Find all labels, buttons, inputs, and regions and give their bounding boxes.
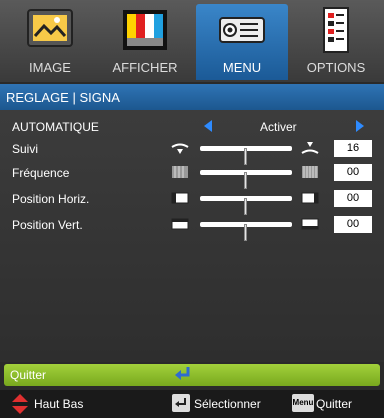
row-label: Fréquence bbox=[12, 166, 70, 180]
tracking-high-icon bbox=[301, 142, 319, 154]
row-label: AUTOMATIQUE bbox=[12, 120, 99, 134]
frequence-slider[interactable] bbox=[200, 170, 292, 189]
arrow-left-icon[interactable] bbox=[204, 120, 212, 132]
vert-down-icon bbox=[301, 218, 319, 230]
frequence-value: 00 bbox=[334, 164, 372, 181]
tab-label: IMAGE bbox=[29, 60, 71, 75]
frequence-high-icon bbox=[302, 166, 318, 178]
options-icon bbox=[323, 7, 349, 53]
tracking-low-icon bbox=[171, 143, 189, 154]
tab-menu[interactable]: MENU bbox=[196, 4, 288, 80]
section-title: REGLAGE | SIGNA bbox=[0, 84, 384, 110]
enter-icon bbox=[175, 367, 190, 380]
settings-panel: AUTOMATIQUE Activer Suivi 16 Fréquence 0… bbox=[0, 110, 384, 362]
main-tab-bar: IMAGE AFFICHER MENU OPTIONS bbox=[0, 0, 384, 82]
image-icon bbox=[27, 9, 73, 47]
arrow-right-icon[interactable] bbox=[356, 120, 364, 132]
row-label: Suivi bbox=[12, 142, 39, 156]
exit-label: Quitter bbox=[10, 368, 47, 382]
position-vert-slider[interactable] bbox=[200, 222, 292, 241]
row-automatique[interactable]: AUTOMATIQUE Activer bbox=[0, 116, 384, 138]
slider-knob[interactable] bbox=[244, 224, 247, 241]
suivi-slider[interactable] bbox=[200, 146, 292, 165]
row-position-horiz[interactable]: Position Horiz. 00 bbox=[0, 188, 384, 215]
display-icon bbox=[123, 10, 167, 50]
hint-quit: Quitter bbox=[316, 397, 353, 411]
enter-key-icon bbox=[172, 394, 190, 412]
frequence-low-icon bbox=[172, 166, 188, 178]
hint-nav: Haut Bas bbox=[34, 397, 84, 411]
menu-icon bbox=[219, 17, 265, 43]
tab-afficher[interactable]: AFFICHER bbox=[99, 4, 191, 80]
exit-row[interactable]: Quitter bbox=[4, 364, 380, 386]
position-horiz-slider[interactable] bbox=[200, 196, 292, 215]
slider-knob[interactable] bbox=[244, 198, 247, 215]
position-horiz-value: 00 bbox=[334, 190, 372, 207]
row-label: Position Horiz. bbox=[12, 192, 90, 206]
tab-label: OPTIONS bbox=[306, 60, 366, 75]
row-position-vert[interactable]: Position Vert. 00 bbox=[0, 214, 384, 241]
tab-image[interactable]: IMAGE bbox=[4, 4, 96, 80]
up-down-arrows-icon bbox=[12, 394, 28, 414]
hint-select: Sélectionner bbox=[194, 397, 261, 411]
tab-options[interactable]: OPTIONS bbox=[290, 4, 382, 80]
menu-key-icon: Menu bbox=[292, 394, 314, 412]
footer-hints: Haut Bas Sélectionner Menu Quitter bbox=[0, 390, 384, 418]
suivi-value: 16 bbox=[334, 140, 372, 157]
row-suivi[interactable]: Suivi 16 bbox=[0, 138, 384, 165]
horiz-left-icon bbox=[171, 192, 189, 204]
horiz-right-icon bbox=[301, 192, 319, 204]
tab-label: MENU bbox=[222, 60, 262, 75]
slider-knob[interactable] bbox=[244, 172, 247, 189]
row-label: Position Vert. bbox=[12, 218, 83, 232]
auto-value: Activer bbox=[260, 120, 297, 134]
row-frequence[interactable]: Fréquence 00 bbox=[0, 162, 384, 189]
vert-up-icon bbox=[171, 218, 189, 230]
tab-label: AFFICHER bbox=[112, 60, 178, 75]
position-vert-value: 00 bbox=[334, 216, 372, 233]
